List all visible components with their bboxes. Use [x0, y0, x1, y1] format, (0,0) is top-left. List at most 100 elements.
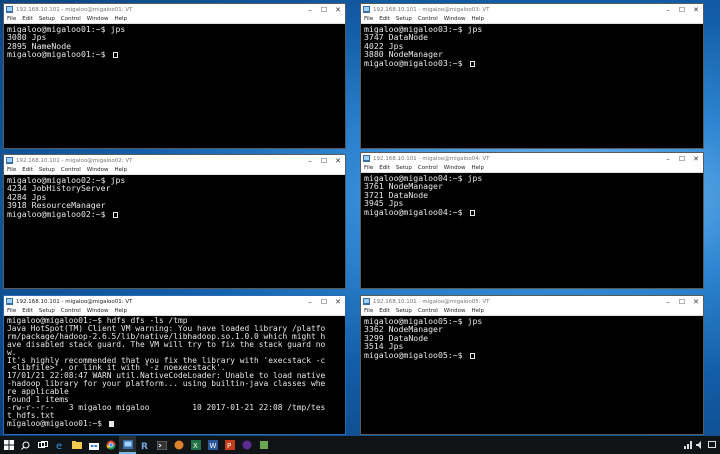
menu-window[interactable]: Window — [87, 16, 109, 22]
minimize-button[interactable]: – — [661, 153, 675, 164]
terminal-icon[interactable] — [153, 436, 170, 454]
minimize-button[interactable]: – — [303, 296, 317, 307]
app-icon-4[interactable]: P — [221, 436, 238, 454]
menu-help[interactable]: Help — [471, 16, 484, 22]
search-icon[interactable] — [17, 436, 34, 454]
title-bar[interactable]: 192.168.10.101 - migaloo@migaloo05: VT –… — [361, 296, 703, 307]
menu-help[interactable]: Help — [114, 167, 127, 173]
menu-window[interactable]: Window — [444, 165, 466, 171]
menu-help[interactable]: Help — [471, 308, 484, 314]
terminal-window-migaloo02[interactable]: 192.168.10.101 - migaloo@migaloo02: VT –… — [3, 154, 346, 289]
menu-control[interactable]: Control — [418, 16, 438, 22]
menu-file[interactable]: File — [364, 165, 373, 171]
menu-setup[interactable]: Setup — [396, 16, 412, 22]
minimize-button[interactable]: – — [661, 4, 675, 15]
menu-file[interactable]: File — [7, 167, 16, 173]
maximize-button[interactable]: ☐ — [317, 155, 331, 166]
menu-edit[interactable]: Edit — [379, 308, 390, 314]
title-bar[interactable]: 192.168.10.101 - migaloo@migaloo03: VT –… — [361, 4, 703, 15]
terminal-output[interactable]: migaloo@migaloo04:~$ jps 3761 NodeManager… — [361, 173, 703, 217]
app-icon-5[interactable] — [238, 436, 255, 454]
menu-edit[interactable]: Edit — [379, 16, 390, 22]
start-icon[interactable] — [0, 436, 17, 454]
menu-setup[interactable]: Setup — [396, 165, 412, 171]
menu-setup[interactable]: Setup — [39, 167, 55, 173]
chrome-icon[interactable] — [102, 436, 119, 454]
maximize-button[interactable]: ☐ — [675, 153, 689, 164]
close-button[interactable]: ✕ — [331, 296, 345, 307]
terminal-output[interactable]: migaloo@migaloo01:~$ jps 3080 Jps 2895 Nam… — [4, 24, 345, 60]
terminal-line: 3747 DataNode — [364, 32, 429, 43]
title-bar[interactable]: 192.168.10.101 - migaloo@migaloo01: VT –… — [4, 296, 345, 307]
menu-edit[interactable]: Edit — [22, 16, 33, 22]
menu-file[interactable]: File — [7, 16, 16, 22]
menu-control[interactable]: Control — [61, 308, 81, 314]
menu-setup[interactable]: Setup — [39, 16, 55, 22]
window-title: 192.168.10.101 - migaloo@migaloo04: VT — [373, 155, 490, 162]
menu-setup[interactable]: Setup — [39, 308, 55, 314]
menu-edit[interactable]: Edit — [22, 308, 33, 314]
svg-text:X: X — [193, 442, 198, 450]
terminal-prompt-line: migaloo@migaloo03:~$ — [364, 58, 700, 67]
close-button[interactable]: ✕ — [689, 4, 703, 15]
terminal-window-migaloo01-active[interactable]: 192.168.10.101 - migaloo@migaloo01: VT –… — [3, 295, 346, 435]
notification-icon[interactable] — [708, 441, 716, 449]
close-button[interactable]: ✕ — [689, 296, 703, 307]
menu-edit[interactable]: Edit — [379, 165, 390, 171]
menu-file[interactable]: File — [364, 308, 373, 314]
menu-edit[interactable]: Edit — [22, 167, 33, 173]
terminal-output[interactable]: migaloo@migaloo01:~$ hdfs dfs -ls /tmp Ja… — [4, 316, 345, 429]
explorer-icon[interactable] — [68, 436, 85, 454]
teraterm-icon — [6, 298, 13, 305]
menu-control[interactable]: Control — [418, 165, 438, 171]
terminal-prompt-line: migaloo@migaloo01:~$ — [7, 419, 342, 428]
task-view-icon[interactable] — [34, 436, 51, 454]
menu-help[interactable]: Help — [114, 16, 127, 22]
app-icon[interactable] — [170, 436, 187, 454]
close-button[interactable]: ✕ — [331, 4, 345, 15]
menu-control[interactable]: Control — [61, 16, 81, 22]
app-icon-6[interactable] — [255, 436, 272, 454]
maximize-button[interactable]: ☐ — [675, 4, 689, 15]
terminal-output[interactable]: migaloo@migaloo02:~$ jps 4234 JobHistoryS… — [4, 175, 345, 219]
title-bar[interactable]: 192.168.10.101 - migaloo@migaloo01: VT –… — [4, 4, 345, 15]
menu-window[interactable]: Window — [444, 16, 466, 22]
terminal-output[interactable]: migaloo@migaloo03:~$ jps 3747 DataNode 402… — [361, 24, 703, 68]
menu-control[interactable]: Control — [61, 167, 81, 173]
menu-window[interactable]: Window — [87, 308, 109, 314]
terminal-window-migaloo05[interactable]: 192.168.10.101 - migaloo@migaloo05: VT –… — [360, 295, 704, 435]
teraterm-icon[interactable] — [119, 436, 136, 454]
menu-setup[interactable]: Setup — [396, 308, 412, 314]
store-icon[interactable] — [85, 436, 102, 454]
minimize-button[interactable]: – — [303, 155, 317, 166]
menu-bar: File Edit Setup Control Window Help — [4, 15, 345, 24]
terminal-window-migaloo03[interactable]: 192.168.10.101 - migaloo@migaloo03: VT –… — [360, 3, 704, 149]
title-bar[interactable]: 192.168.10.101 - migaloo@migaloo02: VT –… — [4, 155, 345, 166]
terminal-output[interactable]: migaloo@migaloo05:~$ jps 3362 NodeManager… — [361, 316, 703, 360]
title-bar[interactable]: 192.168.10.101 - migaloo@migaloo04: VT –… — [361, 153, 703, 164]
menu-window[interactable]: Window — [87, 167, 109, 173]
menu-control[interactable]: Control — [418, 308, 438, 314]
teraterm-icon — [6, 6, 13, 13]
app-icon-2[interactable]: X — [187, 436, 204, 454]
terminal-window-migaloo01-top[interactable]: 192.168.10.101 - migaloo@migaloo01: VT –… — [3, 3, 346, 149]
minimize-button[interactable]: – — [661, 296, 675, 307]
network-icon[interactable] — [684, 441, 692, 449]
menu-file[interactable]: File — [7, 308, 16, 314]
maximize-button[interactable]: ☐ — [675, 296, 689, 307]
menu-file[interactable]: File — [364, 16, 373, 22]
close-button[interactable]: ✕ — [331, 155, 345, 166]
terminal-window-migaloo04[interactable]: 192.168.10.101 - migaloo@migaloo04: VT –… — [360, 152, 704, 289]
app-icon-3[interactable]: W — [204, 436, 221, 454]
menu-help[interactable]: Help — [114, 308, 127, 314]
menu-help[interactable]: Help — [471, 165, 484, 171]
maximize-button[interactable]: ☐ — [317, 4, 331, 15]
edge-icon[interactable]: e — [51, 436, 68, 454]
close-button[interactable]: ✕ — [689, 153, 703, 164]
r-icon[interactable]: R — [136, 436, 153, 454]
menu-window[interactable]: Window — [444, 308, 466, 314]
maximize-button[interactable]: ☐ — [317, 296, 331, 307]
menu-bar: File Edit Setup Control Window Help — [361, 15, 703, 24]
volume-icon[interactable] — [696, 441, 704, 449]
minimize-button[interactable]: – — [303, 4, 317, 15]
